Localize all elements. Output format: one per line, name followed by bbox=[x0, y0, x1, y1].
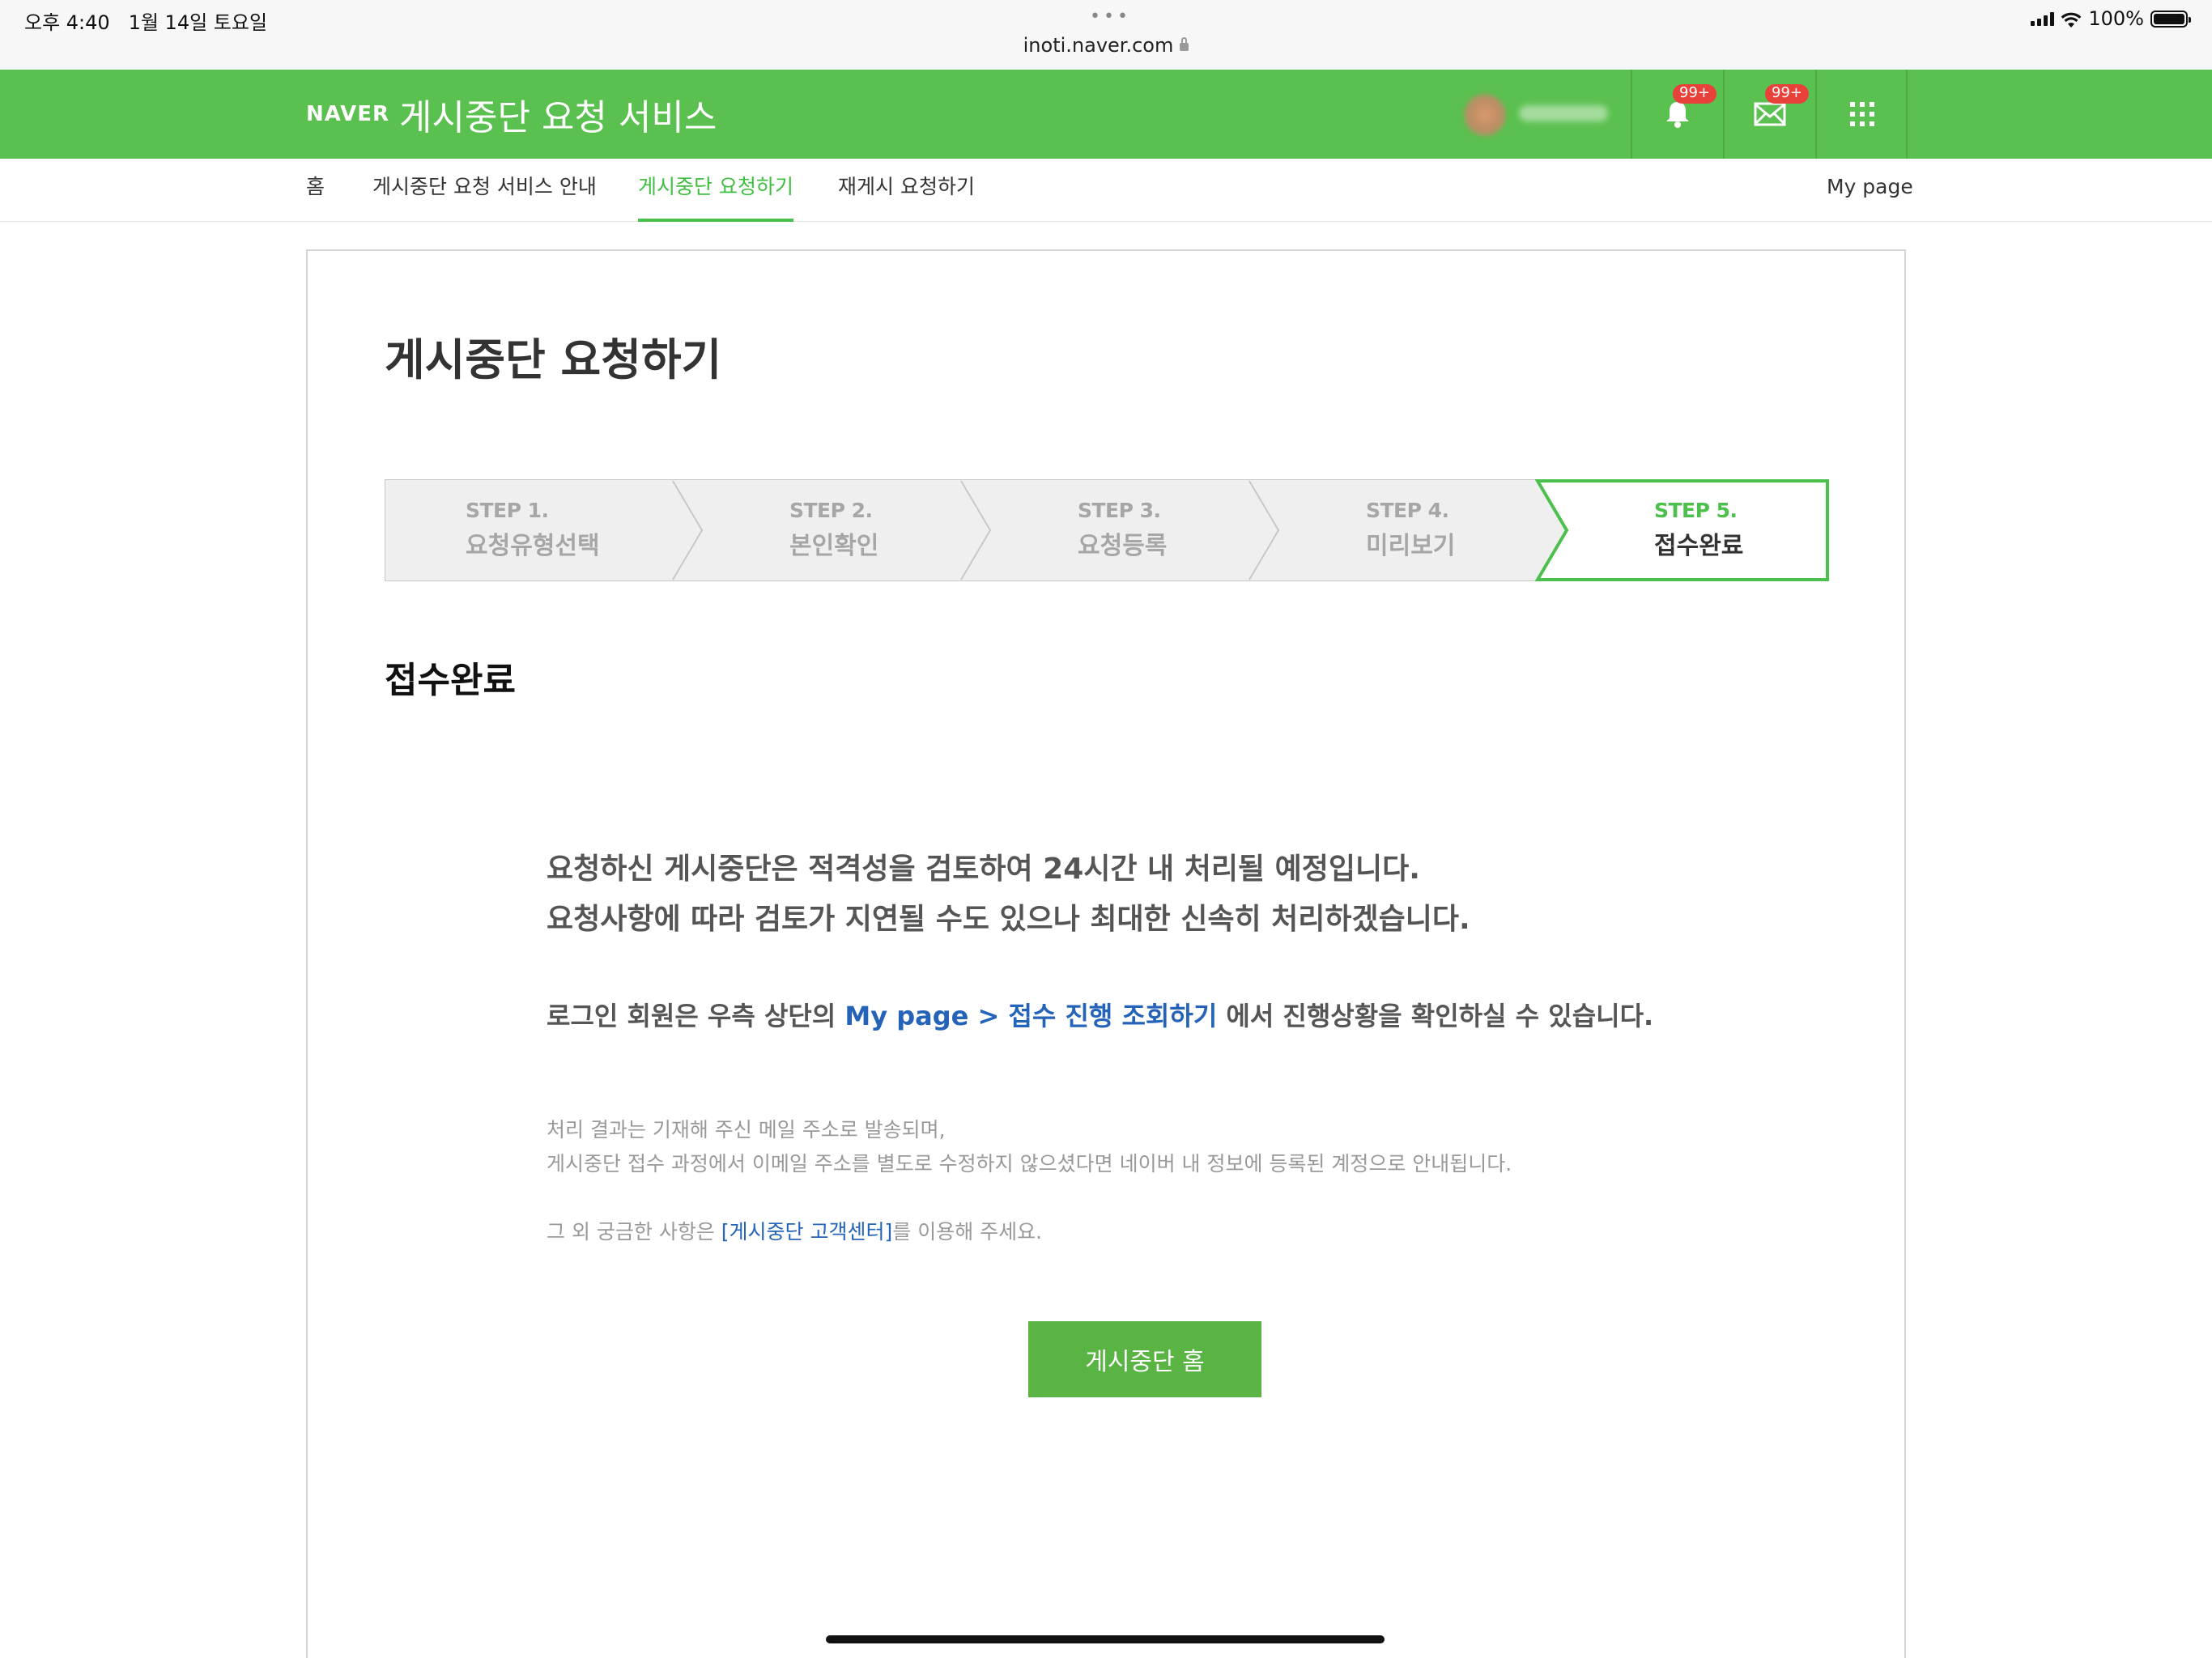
cellular-signal-icon bbox=[2031, 11, 2055, 26]
status-time: 오후 4:40 1월 14일 토요일 bbox=[24, 11, 268, 34]
step-5: STEP 5. 접수완료 bbox=[1654, 479, 1743, 581]
step-1-label: 요청유형선택 bbox=[466, 532, 600, 560]
nav-home[interactable]: 홈 bbox=[306, 159, 325, 222]
step-2-label: 본인확인 bbox=[789, 532, 879, 560]
step-2-number: STEP 2. bbox=[789, 499, 873, 522]
nav-request-takedown[interactable]: 게시중단 요청하기 bbox=[638, 159, 793, 222]
header-divider bbox=[1906, 70, 1908, 159]
mail-icon bbox=[1754, 102, 1786, 126]
lock-icon bbox=[1180, 37, 1189, 51]
email-note-line-1: 처리 결과는 기재해 주신 메일 주소로 발송되며, bbox=[547, 1118, 946, 1141]
step-3-label: 요청등록 bbox=[1078, 532, 1168, 560]
mail-button[interactable]: 99+ bbox=[1725, 70, 1815, 159]
step-3: STEP 3. 요청등록 bbox=[1078, 479, 1167, 581]
ios-status-bar: 오후 4:40 1월 14일 토요일 ••• inoti.naver.com 1… bbox=[0, 0, 2212, 70]
browser-more-dots[interactable]: ••• bbox=[1090, 6, 1131, 27]
sub-navigation: 홈 게시중단 요청 서비스 안내 게시중단 요청하기 재게시 요청하기 My p… bbox=[0, 159, 2212, 222]
help-note-suffix: 를 이용해 주세요. bbox=[892, 1220, 1043, 1244]
step-4-label: 미리보기 bbox=[1366, 532, 1456, 560]
site-logo[interactable]: NAVER 게시중단 요청 서비스 bbox=[306, 70, 717, 159]
bell-icon bbox=[1666, 102, 1689, 128]
username-blurred bbox=[1519, 105, 1608, 121]
help-note: 그 외 궁금한 사항은 [게시중단 고객센터]를 이용해 주세요. bbox=[547, 1216, 1042, 1245]
step-5-number: STEP 5. bbox=[1654, 499, 1738, 522]
wifi-icon bbox=[2061, 11, 2082, 28]
naver-logo: NAVER bbox=[306, 102, 390, 126]
completion-message-line-2: 요청사항에 따라 검토가 지연될 수도 있으나 최대한 신속히 처리하겠습니다. bbox=[547, 903, 1470, 936]
home-indicator[interactable] bbox=[826, 1635, 1385, 1643]
nav-mypage[interactable]: My page bbox=[1827, 159, 1913, 222]
status-indicators: 100% bbox=[2031, 6, 2191, 31]
nav-request-repost[interactable]: 재게시 요청하기 bbox=[838, 159, 975, 222]
mypage-info-suffix: 에서 진행상황을 확인하실 수 있습니다. bbox=[1217, 1001, 1654, 1031]
nav-service-guide[interactable]: 게시중단 요청 서비스 안내 bbox=[372, 159, 597, 222]
address-bar[interactable]: inoti.naver.com bbox=[0, 34, 2212, 57]
battery-icon bbox=[2150, 10, 2191, 28]
main-content: 게시중단 요청하기 STEP 1. 요청유형선택 STEP 2. 본인확인 ST… bbox=[306, 249, 1906, 1658]
grid-icon bbox=[1850, 102, 1874, 126]
step-4-number: STEP 4. bbox=[1366, 499, 1449, 522]
mail-badge: 99+ bbox=[1765, 84, 1809, 104]
mypage-progress-link[interactable]: My page > 접수 진행 조회하기 bbox=[844, 1001, 1217, 1031]
site-header: NAVER 게시중단 요청 서비스 99+ 99+ bbox=[0, 70, 2212, 159]
step-3-number: STEP 3. bbox=[1078, 499, 1161, 522]
step-5-label: 접수완료 bbox=[1654, 532, 1744, 560]
completion-message-line-1: 요청하신 게시중단은 적격성을 검토하여 24시간 내 처리될 예정입니다. bbox=[547, 852, 1420, 886]
user-profile[interactable] bbox=[1457, 91, 1627, 138]
step-1-number: STEP 1. bbox=[466, 499, 549, 522]
service-title: 게시중단 요청 서비스 bbox=[399, 97, 717, 138]
help-note-prefix: 그 외 궁금한 사항은 bbox=[547, 1220, 721, 1244]
section-title: 접수완료 bbox=[385, 660, 516, 701]
apps-grid-button[interactable] bbox=[1817, 70, 1908, 159]
battery-percent: 100% bbox=[2088, 7, 2144, 30]
step-progress: STEP 1. 요청유형선택 STEP 2. 본인확인 STEP 3. 요청등록… bbox=[385, 479, 1829, 581]
step-2: STEP 2. 본인확인 bbox=[789, 479, 878, 581]
mypage-info-prefix: 로그인 회원은 우측 상단의 bbox=[547, 1001, 845, 1031]
step-1: STEP 1. 요청유형선택 bbox=[466, 479, 600, 581]
email-note-line-2: 게시중단 접수 과정에서 이메일 주소를 별도로 수정하지 않으셨다면 네이버 … bbox=[547, 1152, 1512, 1175]
notification-badge: 99+ bbox=[1673, 84, 1716, 104]
page-title: 게시중단 요청하기 bbox=[385, 334, 722, 385]
mypage-info: 로그인 회원은 우측 상단의 My page > 접수 진행 조회하기 에서 진… bbox=[547, 996, 1653, 1033]
avatar bbox=[1464, 94, 1506, 136]
url-text: inoti.naver.com bbox=[1023, 34, 1174, 57]
help-center-link[interactable]: [게시중단 고객센터] bbox=[721, 1220, 892, 1244]
notification-button[interactable]: 99+ bbox=[1632, 70, 1723, 159]
takedown-home-button[interactable]: 게시중단 홈 bbox=[1028, 1321, 1261, 1397]
step-4: STEP 4. 미리보기 bbox=[1366, 479, 1455, 581]
